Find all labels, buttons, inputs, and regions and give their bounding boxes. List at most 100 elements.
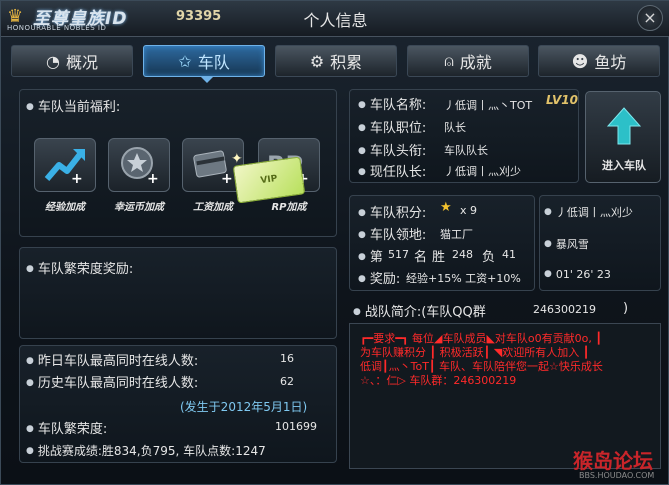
intro-line-3: 低调┃灬丶ToT┃ 车队、车队陪伴您一起☆快乐成长 — [360, 360, 603, 373]
prosperity-value: 101699 — [275, 420, 317, 433]
bullet-icon: ● — [26, 424, 34, 434]
team-rank-row: ● 第 — [358, 250, 383, 265]
team-rank-value: 517 — [388, 248, 409, 261]
bullet-icon: ● — [26, 446, 34, 456]
bullet-icon: ● — [26, 102, 34, 112]
intro-label: ● 战队简介:(车队QQ群 — [353, 305, 486, 320]
team-win-label: 胜 — [432, 250, 446, 265]
bullet-icon: ● — [26, 378, 34, 388]
exp-bonus-button[interactable]: + — [34, 138, 96, 192]
tab-bar: ◔ 概况 ✩ 车队 ⚙ 积累 ⍝ 成就 ☻ 鱼坊 — [11, 45, 660, 77]
tab-label: 概况 — [65, 53, 98, 72]
bullet-icon: ● — [544, 207, 552, 217]
intro-line-1: ┏━要求━┓ 每位◢车队成员◣对车队o0有贡献0o, ┃ — [360, 332, 602, 345]
team-title-label: ● 车队头衔: — [358, 144, 427, 159]
bullet-icon: ● — [358, 252, 366, 262]
bullet-icon: ● — [358, 208, 366, 218]
member-name-1: ● 丿低调丨灬刈少 — [544, 206, 633, 219]
history-online-label: ● 历史车队最高同时在线人数: — [26, 376, 199, 391]
team-score-panel: ● 车队积分: ★ x 9 ● 车队领地: 猫工厂 ● 第 517 名 胜 248 负… — [349, 195, 535, 291]
title-bar: ♛ 至尊皇族ID HONOURABLE NOBLES ID 93395 个人信息… — [1, 1, 669, 37]
bullet-icon: ● — [544, 239, 552, 249]
team-stats-panel: ● 昨日车队最高同时在线人数: 16 ● 历史车队最高同时在线人数: 62 (发生于… — [19, 345, 337, 463]
team-territory-value: 猫工厂 — [440, 228, 473, 241]
team-points-label: ● 车队积分: — [358, 206, 427, 221]
team-points-value: x 9 — [460, 204, 478, 217]
prosperity-label: ● 车队繁荣度: — [26, 422, 108, 437]
team-level: LV10 — [546, 93, 578, 107]
tab-label: 车队 — [197, 53, 230, 72]
bullet-icon: ● — [358, 230, 366, 240]
team-name-label: ● 车队名称: — [358, 98, 427, 113]
fish-icon: ☻ — [571, 51, 589, 71]
lucky-coin-icon: + — [121, 147, 159, 185]
bullet-icon: ● — [544, 269, 552, 279]
svg-text:+: + — [147, 171, 159, 185]
gauge-icon: ◔ — [46, 51, 60, 71]
salary-card-icon: + — [193, 150, 233, 185]
bullet-icon: ● — [358, 274, 366, 284]
exp-up-icon: + — [44, 149, 85, 185]
team-lose-label: 负 — [482, 250, 496, 265]
tab-achievement[interactable]: ⍝ 成就 — [407, 45, 529, 77]
bullet-icon: ● — [358, 100, 366, 110]
svg-text:+: + — [221, 171, 233, 185]
intro-close-paren: ) — [623, 301, 629, 316]
prosperity-reward-title: ● 车队繁荣度奖励: — [26, 262, 134, 277]
team-reward-label: ● 奖励: — [358, 272, 401, 287]
active-tab-indicator — [201, 77, 213, 83]
team-win-value: 248 — [452, 248, 473, 261]
lucky-coin-bonus-label: 幸运币加成 — [114, 202, 164, 213]
team-position-value: 队长 — [444, 121, 466, 134]
bullet-icon: ● — [26, 356, 34, 366]
prosperity-reward-panel: ● 车队繁荣度奖励: — [19, 247, 337, 339]
tab-accumulate[interactable]: ⚙ 积累 — [275, 45, 397, 77]
bullet-icon: ● — [358, 167, 366, 177]
exp-bonus-label: 经验加成 — [45, 202, 85, 213]
team-territory-label: ● 车队领地: — [358, 228, 427, 243]
tab-label: 成就 — [459, 53, 492, 72]
team-info-panel: ● 车队名称: 丿低调丨灬丶TOT LV10 ● 车队职位: 队长 ● 车队头衔: 车… — [349, 89, 579, 183]
tab-fish[interactable]: ☻ 鱼坊 — [538, 45, 660, 77]
intro-qq: 246300219 — [533, 303, 596, 316]
watermark-url: BBS.HOUDAO.COM — [579, 471, 655, 480]
history-date: (发生于2012年5月1日) — [180, 400, 308, 414]
history-online-value: 62 — [280, 375, 294, 388]
tab-label: 积累 — [330, 53, 363, 72]
bullet-icon: ● — [358, 146, 366, 156]
team-reward-value: 经验+15% 工资+10% — [406, 272, 521, 285]
team-lose-value: 41 — [502, 248, 516, 261]
yesterday-online-label: ● 昨日车队最高同时在线人数: — [26, 354, 199, 369]
members-panel: ● 丿低调丨灬刈少 ● 暴风雪 ● 01' 26' 23 — [539, 195, 661, 291]
team-title-value: 车队队长 — [444, 144, 488, 157]
intro-line-2: 为车队赚积分 ┃ 积极活跃┃ ◥欢迎所有人加入 ┃ — [360, 346, 590, 359]
challenge-record: ● 挑战赛成绩:胜834,负795, 车队点数:1247 — [26, 444, 266, 458]
tab-overview[interactable]: ◔ 概况 — [11, 45, 133, 77]
close-button[interactable]: × — [637, 5, 663, 31]
yesterday-online-value: 16 — [280, 352, 294, 365]
enter-team-button[interactable]: 进入车队 — [585, 91, 661, 183]
svg-text:+: + — [71, 171, 83, 185]
bullet-icon: ● — [26, 264, 34, 274]
star-icon: ★ — [440, 200, 452, 215]
arrow-up-icon — [606, 107, 642, 145]
member-time: ● 01' 26' 23 — [544, 268, 611, 281]
team-position-label: ● 车队职位: — [358, 121, 427, 136]
bullet-icon: ● — [358, 123, 366, 133]
medal-icon: ⍝ — [444, 51, 454, 70]
team-captain-value: 丿低调丨灬刈少 — [444, 165, 521, 178]
gear-icon: ⚙ — [309, 51, 325, 71]
enter-team-label: 进入车队 — [602, 159, 646, 172]
team-rank-suffix: 名 — [414, 250, 428, 265]
watermark: 猴岛论坛 — [573, 449, 653, 473]
star-icon: ✩ — [178, 51, 192, 71]
window-title: 个人信息 — [303, 11, 368, 30]
personal-info-window: ♛ 至尊皇族ID HONOURABLE NOBLES ID 93395 个人信息… — [0, 0, 669, 485]
bullet-icon: ● — [353, 307, 361, 317]
team-captain-label: ● 现任队长: — [358, 165, 427, 180]
tab-label: 鱼坊 — [594, 53, 627, 72]
intro-line-4: ☆、：仁▷ 车队群：246300219 — [360, 374, 517, 387]
tab-team[interactable]: ✩ 车队 — [143, 45, 265, 77]
lucky-coin-bonus-button[interactable]: + — [108, 138, 170, 192]
team-name-value: 丿低调丨灬丶TOT — [444, 99, 533, 112]
